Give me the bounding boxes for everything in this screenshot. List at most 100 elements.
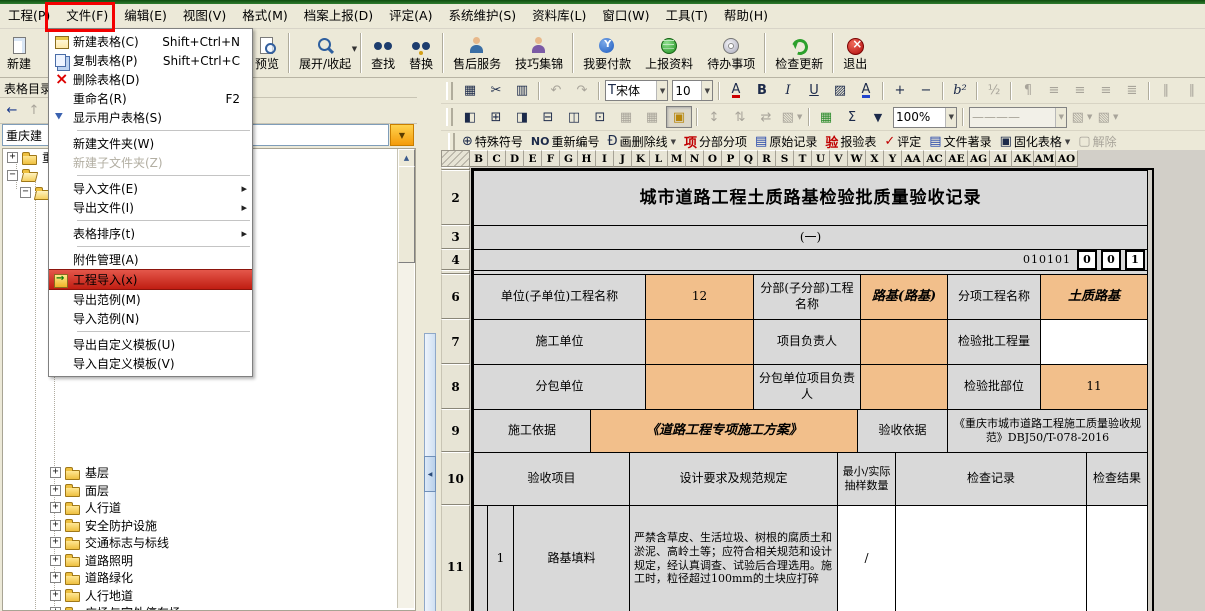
sum-dropdown[interactable]: ▼ [866,107,890,127]
menu-item-copy-table[interactable]: 复制表格(P) Shift+Ctrl+C [49,51,252,70]
bold-button[interactable]: B [750,81,774,101]
expand-icon[interactable]: + [7,152,18,163]
align-left-button[interactable]: ≡ [1042,81,1066,101]
unit-project-label-cell[interactable]: 单位(子单位)工程名称 [473,274,646,320]
combo-dropdown-icon[interactable]: ▼ [390,124,414,146]
menu-item-export-file[interactable]: 导出文件(I) [49,198,252,217]
expand-icon[interactable]: + [50,607,61,611]
item-category-cell[interactable] [473,505,488,611]
border-color-picker[interactable]: ▧ ▼ [1070,107,1094,127]
column-header[interactable]: B [470,150,488,167]
page-properties-button[interactable]: ¶ [1016,81,1040,101]
item-requirement-cell[interactable]: 严禁含草皮、生活垃圾、树根的腐质土和淤泥、高岭土等；应符合相关规范和设计规定，经… [629,505,838,611]
division-value-cell[interactable]: 路基(路基) [860,274,948,320]
row-spacing-decrease-button[interactable]: ⇅ [728,107,752,127]
original-record-button[interactable]: ▤ 原始记录 [754,132,818,152]
sub-pm-value-cell[interactable] [860,364,948,410]
underline-button[interactable]: U [802,81,826,101]
todo-button[interactable]: 待办事项 [700,29,762,77]
align-justify-button[interactable]: ≣ [1120,81,1144,101]
column-header[interactable]: W [848,150,866,167]
item-number-cell[interactable]: 1 [487,505,514,611]
align-center-button[interactable]: ≡ [1068,81,1092,101]
menu-item-sort-tables[interactable]: 表格排序(t) [49,224,252,243]
item-result-cell[interactable] [1086,505,1148,611]
pm-label-cell[interactable]: 项目负责人 [753,319,861,365]
division-label-cell[interactable]: 分部(子分部)工程名称 [753,274,861,320]
basis-value-cell[interactable]: 《道路工程专项施工方案》 [590,409,858,453]
sub-pm-label-cell[interactable]: 分包单位项目负责人 [753,364,861,410]
expand-icon[interactable]: − [20,187,31,198]
column-header[interactable]: AA [902,150,924,167]
item-name-cell[interactable]: 路基填料 [513,505,630,611]
form-subtitle-cell[interactable]: (一) [473,225,1148,250]
division-subitem-button[interactable]: 项 分部分项 [683,132,748,152]
tips-collection-button[interactable]: 技巧集锦 [508,29,570,77]
pm-value-cell[interactable] [860,319,948,365]
column-header[interactable]: C [488,150,506,167]
line-style-combo[interactable]: ———— ▼ [969,107,1067,128]
decrease-font-button[interactable]: − [914,81,938,101]
row-header[interactable]: 10 [441,452,470,505]
column-header[interactable]: Y [884,150,902,167]
menu-bar-item[interactable]: 档案上报(D) [296,5,381,27]
split-cells-button[interactable]: ⊡ [588,107,612,127]
row-header[interactable]: 6 [441,274,470,319]
item-sample-cell[interactable]: / [837,505,896,611]
batch-qty-value-cell[interactable] [1040,319,1148,365]
expand-icon[interactable]: − [7,170,18,181]
menu-item-delete-table[interactable]: 删除表格(D) [49,70,252,89]
align-right-button[interactable]: ≡ [1094,81,1118,101]
table-tool-1-button[interactable]: ▦ [614,107,638,127]
column-header[interactable]: L [650,150,668,167]
tree-item[interactable]: + 广场与室外停车场 [50,604,222,611]
accept-basis-value-cell[interactable]: 《重庆市城市道路工程施工质量验收规范》DBJ50/T-078-2016 [947,409,1148,453]
new-button[interactable]: 新建 [0,29,38,77]
column-header[interactable]: F [542,150,560,167]
menu-item-export-sample[interactable]: 导出范例(M) [49,290,252,309]
subcontractor-value-cell[interactable] [645,364,754,410]
code-box[interactable]: 1 [1125,250,1145,270]
shading-button[interactable]: ▨ [828,81,852,101]
column-header[interactable]: S [776,150,794,167]
expand-collapse-button[interactable]: 展开/收起 ▼ [292,29,358,77]
column-header[interactable]: G [560,150,578,167]
column-header[interactable]: M [668,150,686,167]
check-update-button[interactable]: 检查更新 [768,29,830,77]
column-header[interactable]: O [704,150,722,167]
expand-icon[interactable]: + [50,590,61,601]
menu-bar-item[interactable]: 窗口(W) [594,5,657,27]
assessment-button[interactable]: ✓ 评定 [883,132,922,152]
column-header[interactable]: E [524,150,542,167]
release-button[interactable]: ▢ 解除 [1077,132,1117,152]
expand-icon[interactable]: + [50,467,61,478]
row-spacing-increase-button[interactable]: ↕ [702,107,726,127]
row-header[interactable]: 3 [441,225,470,249]
column-header[interactable]: AM [1034,150,1056,167]
tree-item[interactable]: + 道路绿化 [50,569,222,587]
item-record-cell[interactable] [895,505,1087,611]
expand-icon[interactable]: + [50,485,61,496]
row-header[interactable]: 4 [441,249,470,270]
column-header[interactable]: AE [946,150,968,167]
fit-width-button[interactable]: ∥ [1154,81,1178,101]
column-header[interactable]: N [686,150,704,167]
menu-bar-item[interactable]: 工具(T) [658,5,716,27]
menu-bar-item[interactable]: 编辑(E) [116,5,175,27]
superscript-button[interactable]: b² [948,81,972,101]
tree-item[interactable]: + 人行道 [50,499,222,517]
th-item-cell[interactable]: 验收项目 [473,452,630,506]
subitem-label-cell[interactable]: 分项工程名称 [947,274,1041,320]
font-color-button[interactable]: A [724,81,748,101]
fill-pattern-dropdown[interactable]: ▧ ▼ [780,107,804,127]
find-button[interactable]: 查找 [364,29,402,77]
column-header[interactable]: AO [1056,150,1078,167]
draw-border-button[interactable]: ▦ [814,107,838,127]
th-record-cell[interactable]: 检查记录 [895,452,1087,506]
column-header[interactable]: AK [1012,150,1034,167]
column-header[interactable]: J [614,150,632,167]
menu-item-show-user-tables[interactable]: 显示用户表格(S) [49,108,252,127]
th-sample-cell[interactable]: 最小/实际抽样数量 [837,452,896,506]
up-arrow-icon[interactable]: ↑ [24,101,44,121]
freeze-table-button[interactable]: ▣ 固化表格 ▼ [999,132,1072,152]
